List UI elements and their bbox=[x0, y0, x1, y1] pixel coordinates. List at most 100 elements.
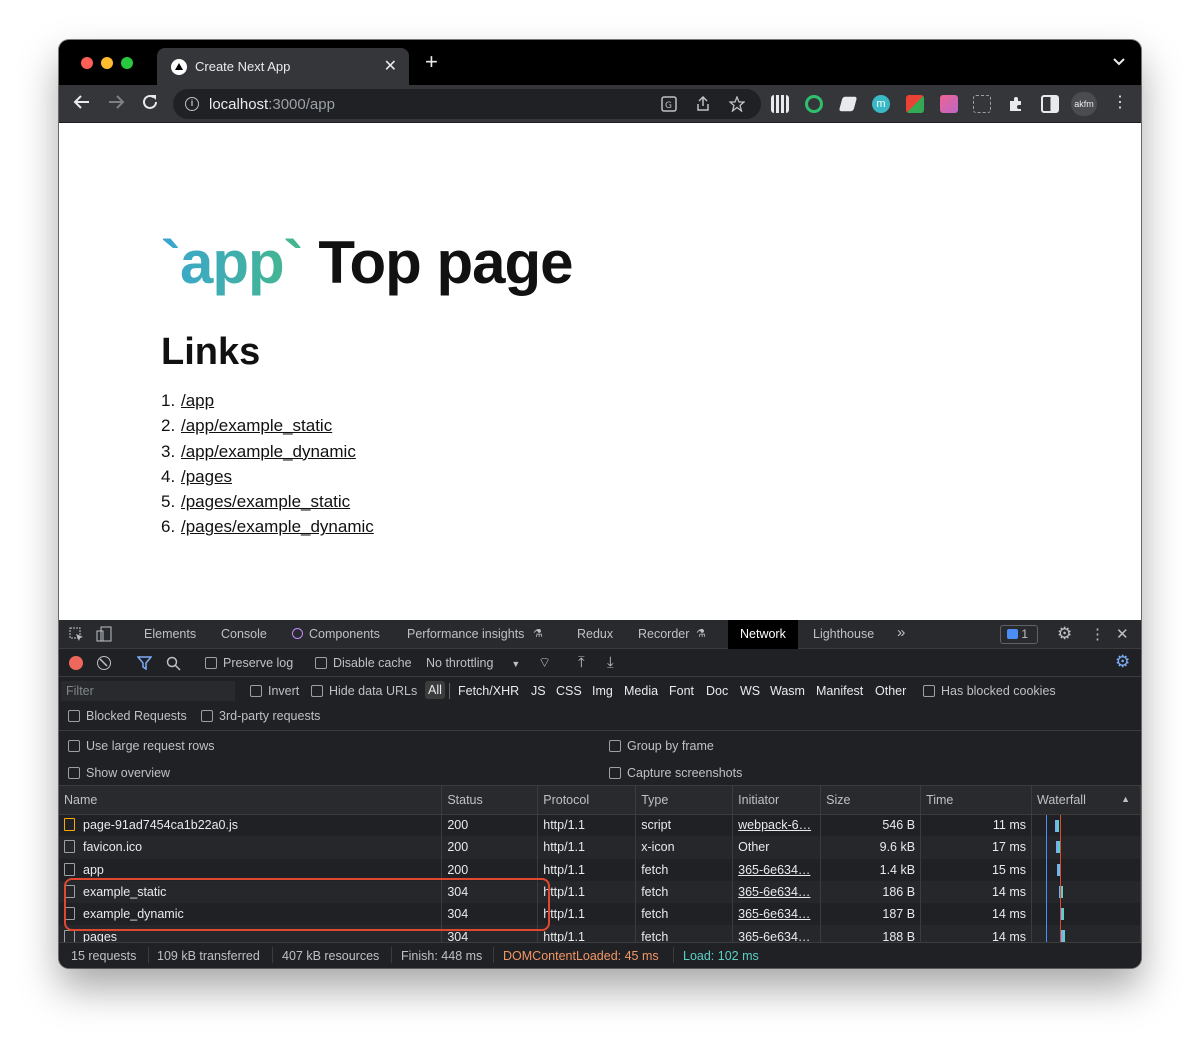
record-button[interactable] bbox=[69, 656, 83, 670]
target-extension-icon[interactable] bbox=[805, 95, 823, 113]
export-har-icon[interactable]: ⤓ bbox=[607, 654, 614, 671]
profile-avatar[interactable]: akfm bbox=[1071, 92, 1097, 116]
large-rows-checkbox[interactable]: Use large request rows bbox=[68, 739, 215, 753]
filter-type-manifest[interactable]: Manifest bbox=[816, 684, 863, 698]
devtools-settings-gear-icon[interactable]: ⚙ bbox=[1057, 624, 1072, 644]
tab-network[interactable]: Network bbox=[728, 620, 798, 649]
links-list: 1./app 2./app/example_static 3./app/exam… bbox=[161, 391, 374, 543]
filter-type-css[interactable]: CSS bbox=[556, 684, 582, 698]
tab-redux[interactable]: Redux bbox=[577, 627, 613, 641]
zoom-window-button[interactable] bbox=[121, 57, 133, 69]
filter-type-fetch-xhr[interactable]: Fetch/XHR bbox=[458, 684, 519, 698]
tab-search-chevron-icon[interactable] bbox=[1113, 54, 1125, 69]
column-header-status[interactable]: Status bbox=[441, 786, 539, 815]
tab-elements[interactable]: Elements bbox=[144, 627, 196, 641]
invert-checkbox[interactable]: Invert bbox=[250, 684, 299, 698]
reload-icon[interactable] bbox=[141, 93, 159, 115]
request-time: 11 ms bbox=[920, 814, 1032, 837]
table-row[interactable]: page-91ad7454ca1b22a0.js 200 http/1.1 scrip… bbox=[59, 814, 1141, 837]
search-icon[interactable] bbox=[166, 656, 181, 674]
filter-type-doc[interactable]: Doc bbox=[706, 684, 728, 698]
column-header-initiator[interactable]: Initiator bbox=[732, 786, 822, 815]
filter-type-js[interactable]: JS bbox=[531, 684, 546, 698]
site-info-icon[interactable]: i bbox=[185, 97, 199, 111]
share-icon[interactable] bbox=[695, 95, 711, 116]
bookmark-star-icon[interactable] bbox=[728, 95, 746, 116]
tab-performance-insights[interactable]: Performance insights bbox=[407, 627, 524, 641]
cube-extension-icon[interactable] bbox=[838, 96, 858, 112]
browser-menu-icon[interactable]: ⋮ bbox=[1111, 95, 1129, 113]
request-name-text: page-91ad7454ca1b22a0.js bbox=[83, 818, 238, 833]
filter-type-img[interactable]: Img bbox=[592, 684, 613, 698]
devtools-menu-icon[interactable]: ⋮ bbox=[1090, 625, 1105, 643]
close-window-button[interactable] bbox=[81, 57, 93, 69]
column-header-waterfall[interactable]: Waterfall ▲ bbox=[1031, 786, 1141, 815]
tab-recorder[interactable]: Recorder bbox=[638, 627, 689, 641]
show-overview-checkbox[interactable]: Show overview bbox=[68, 766, 170, 780]
more-tabs-icon[interactable]: » bbox=[897, 624, 905, 641]
filter-type-font[interactable]: Font bbox=[669, 684, 694, 698]
clear-icon[interactable] bbox=[97, 656, 111, 670]
extensions-puzzle-icon[interactable] bbox=[1007, 95, 1025, 113]
import-har-icon[interactable]: ⤒ bbox=[578, 654, 585, 671]
tab-components[interactable]: Components bbox=[309, 627, 380, 641]
request-initiator[interactable]: 365-6e634… bbox=[732, 880, 822, 904]
link-pages-example-static[interactable]: /pages/example_static bbox=[181, 492, 350, 511]
blocked-requests-checkbox[interactable]: Blocked Requests bbox=[68, 709, 187, 723]
network-settings-gear-icon[interactable]: ⚙ bbox=[1115, 652, 1130, 672]
filter-type-wasm[interactable]: Wasm bbox=[770, 684, 805, 698]
column-header-type[interactable]: Type bbox=[635, 786, 734, 815]
request-initiator[interactable]: 365-6e634… bbox=[732, 903, 822, 926]
inspect-element-icon[interactable] bbox=[69, 627, 84, 645]
dropdown-arrow-icon: ▼ bbox=[511, 659, 521, 669]
column-header-size[interactable]: Size bbox=[820, 786, 922, 815]
filter-input[interactable]: Filter bbox=[61, 681, 235, 701]
network-settings-pane: Use large request rows Group by frame Sh… bbox=[59, 731, 1141, 786]
google-extension-icon[interactable] bbox=[906, 95, 924, 113]
has-blocked-cookies-checkbox[interactable]: Has blocked cookies bbox=[923, 684, 1056, 698]
forward-icon[interactable] bbox=[107, 93, 125, 115]
address-bar[interactable]: i localhost:3000/app G bbox=[173, 89, 761, 119]
back-icon[interactable] bbox=[73, 93, 91, 115]
group-by-frame-checkbox[interactable]: Group by frame bbox=[609, 739, 714, 753]
filter-type-media[interactable]: Media bbox=[624, 684, 658, 698]
device-toolbar-icon[interactable] bbox=[96, 626, 112, 645]
qr-code-extension-icon[interactable] bbox=[771, 95, 789, 113]
preserve-log-checkbox[interactable]: Preserve log bbox=[205, 656, 293, 670]
column-header-time[interactable]: Time bbox=[920, 786, 1032, 815]
page-title: `app` Top page bbox=[161, 228, 574, 297]
throttling-select[interactable]: No throttling ▼ bbox=[426, 656, 520, 670]
tab-lighthouse[interactable]: Lighthouse bbox=[813, 627, 874, 641]
request-initiator[interactable]: webpack-6… bbox=[732, 814, 822, 837]
screenshot-extension-icon[interactable] bbox=[973, 95, 991, 113]
m-extension-icon[interactable]: m bbox=[872, 95, 890, 113]
translate-icon[interactable]: G bbox=[661, 96, 677, 116]
hide-data-urls-checkbox[interactable]: Hide data URLs bbox=[311, 684, 417, 698]
tab-console[interactable]: Console bbox=[221, 627, 267, 641]
link-pages[interactable]: /pages bbox=[181, 467, 232, 486]
column-header-name[interactable]: Name bbox=[59, 786, 443, 815]
side-panel-icon[interactable] bbox=[1041, 95, 1059, 113]
disable-cache-checkbox[interactable]: Disable cache bbox=[315, 656, 412, 670]
request-initiator[interactable]: 365-6e634… bbox=[732, 858, 822, 881]
link-app[interactable]: /app bbox=[181, 391, 214, 410]
gradient-extension-icon[interactable] bbox=[940, 95, 958, 113]
new-tab-button[interactable]: + bbox=[425, 51, 438, 73]
issues-badge[interactable]: 1 bbox=[1000, 625, 1038, 644]
third-party-requests-checkbox[interactable]: 3rd-party requests bbox=[201, 709, 320, 723]
devtools-close-icon[interactable]: ✕ bbox=[1116, 625, 1129, 643]
link-app-example-dynamic[interactable]: /app/example_dynamic bbox=[181, 442, 356, 461]
network-conditions-icon[interactable]: ⌔ bbox=[538, 654, 551, 672]
table-row[interactable]: favicon.ico 200 http/1.1 x-icon Other 9.6 kB 1… bbox=[59, 836, 1141, 859]
filter-funnel-icon[interactable] bbox=[136, 656, 153, 673]
link-app-example-static[interactable]: /app/example_static bbox=[181, 416, 332, 435]
filter-type-all[interactable]: All bbox=[425, 681, 445, 699]
minimize-window-button[interactable] bbox=[101, 57, 113, 69]
link-pages-example-dynamic[interactable]: /pages/example_dynamic bbox=[181, 517, 374, 536]
filter-type-ws[interactable]: WS bbox=[740, 684, 760, 698]
column-header-protocol[interactable]: Protocol bbox=[537, 786, 637, 815]
tab-close-icon[interactable]: ✕ bbox=[384, 56, 397, 76]
browser-tab[interactable]: Create Next App ✕ bbox=[157, 48, 409, 85]
filter-type-other[interactable]: Other bbox=[875, 684, 906, 698]
capture-screenshots-checkbox[interactable]: Capture screenshots bbox=[609, 766, 742, 780]
